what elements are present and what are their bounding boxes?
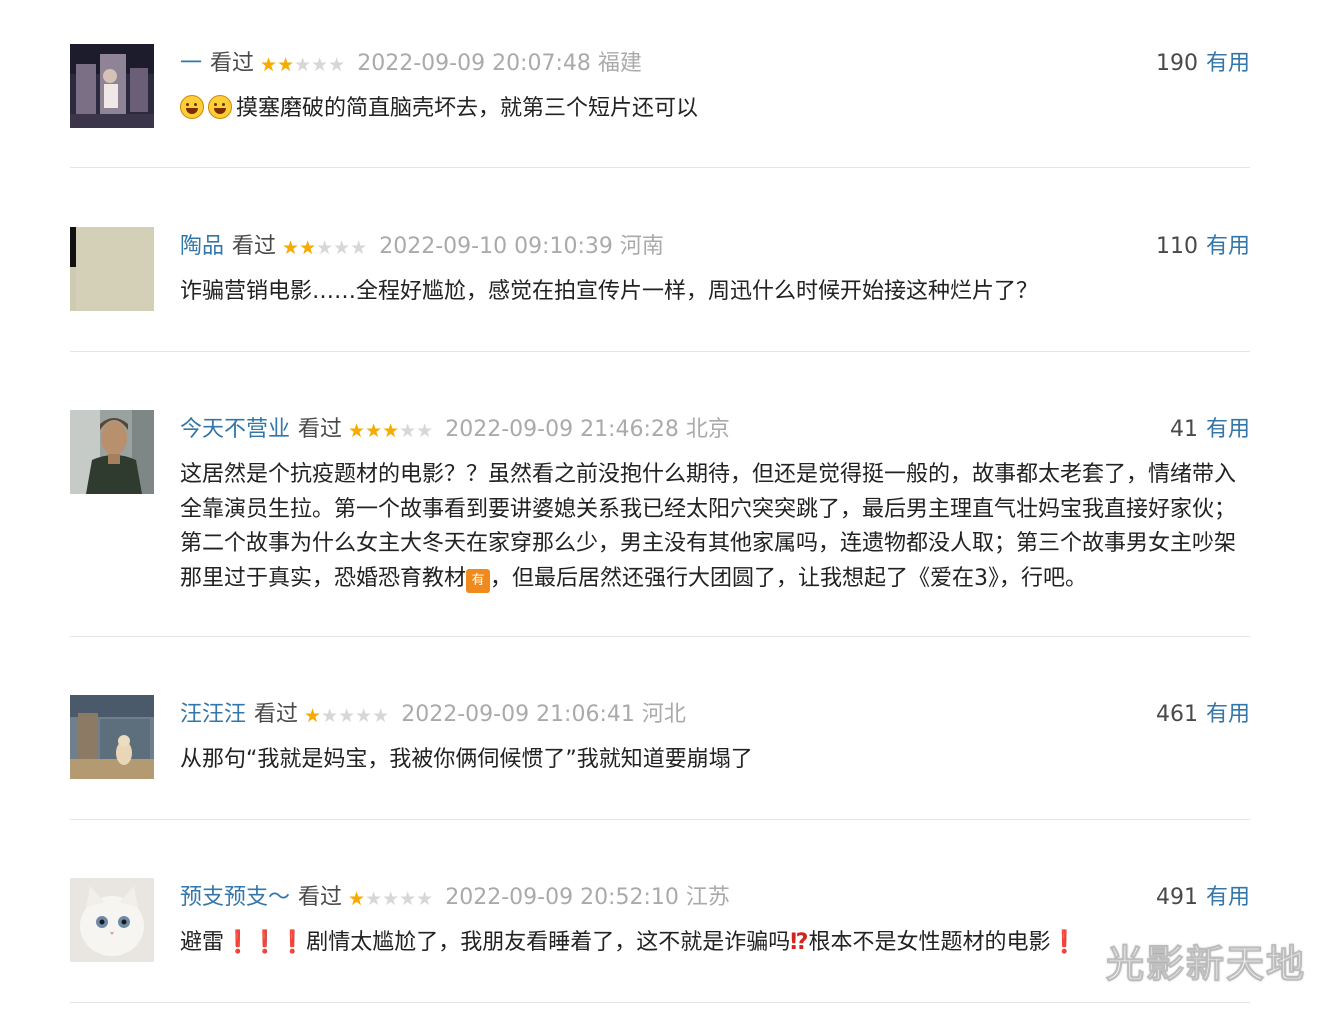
comment-time: 2022-09-09 21:46:28 北京 <box>445 417 730 442</box>
divider <box>70 167 1250 168</box>
rating-stars: ★★★★★ <box>348 883 433 915</box>
avatar[interactable] <box>70 227 154 311</box>
username-link[interactable]: 汪汪汪 <box>180 702 246 727</box>
useful-button[interactable]: 有用 <box>1206 51 1250 76</box>
location: 河北 <box>641 702 686 727</box>
watch-status: 看过 <box>254 702 299 727</box>
timestamp: 2022-09-09 21:46:28 <box>445 417 679 442</box>
comment-text: ，但最后居然还强行大团圆了，让我想起了《爱在3》，行吧。 <box>490 565 1088 591</box>
comments-page: 一看过 ★★★★★ 2022-09-09 20:07:48 福建 190 有用 摸塞磨… <box>0 0 1324 1012</box>
vote-box: 491 有用 <box>1156 882 1250 914</box>
timestamp: 2022-09-09 20:07:48 <box>357 51 591 76</box>
vote-count: 461 <box>1155 702 1198 727</box>
location: 江苏 <box>685 885 730 910</box>
watch-status: 看过 <box>210 51 255 76</box>
comment-text: 剧情太尴尬了，我朋友看睡着了，这不就是诈骗吗 <box>306 930 791 955</box>
useful-button[interactable]: 有用 <box>1206 417 1250 442</box>
username-link[interactable]: 一 <box>180 51 202 76</box>
username-link[interactable]: 今天不营业 <box>180 417 290 442</box>
vote-count: 190 <box>1155 51 1198 76</box>
useful-button[interactable]: 有用 <box>1206 702 1250 727</box>
timestamp: 2022-09-09 20:52:10 <box>445 885 679 910</box>
star-on-icon: ★★ <box>260 54 295 76</box>
vote-box: 110 有用 <box>1156 231 1250 263</box>
avatar[interactable] <box>70 695 154 779</box>
star-on-icon: ★ <box>348 888 366 910</box>
avatar-photo-man <box>70 410 154 494</box>
username-link[interactable]: 陶品 <box>180 234 224 259</box>
comment-time: 2022-09-09 20:52:10 江苏 <box>445 885 730 910</box>
vote-box: 461 有用 <box>1156 699 1250 731</box>
comment-meta: 今天不营业 看过 ★★★★★ 2022-09-09 21:46:28 北京 41 有用 <box>180 414 1250 446</box>
watch-status: 看过 <box>232 234 277 259</box>
avatar-photo-street <box>70 44 154 128</box>
star-on-icon: ★★★ <box>348 420 400 442</box>
avatar[interactable] <box>70 44 154 128</box>
comment-text: 避雷 <box>180 930 225 955</box>
star-off-icon: ★★★ <box>294 54 346 76</box>
divider <box>70 351 1250 352</box>
comment-meta: 陶品 看过 ★★★★★ 2022-09-10 09:10:39 河南 110 有用 <box>180 231 1250 263</box>
comment-meta: 预支预支～ 看过 ★★★★★ 2022-09-09 20:52:10 江苏 491 有用 <box>180 882 1250 914</box>
sweat-smile-emoji-icon <box>208 95 232 119</box>
exclamation-icon: ❗ <box>1050 930 1078 955</box>
avatar-photo-cat <box>70 878 154 962</box>
star-off-icon: ★★ <box>399 420 434 442</box>
watermark: 光影新天地 <box>1105 942 1306 987</box>
interrobang-icon: ⁉ <box>790 930 809 955</box>
comment-content: 诈骗营销电影……全程好尴尬，感觉在拍宣传片一样，周迅什么时候开始接这种烂片了？ <box>180 275 1250 310</box>
location: 河南 <box>619 234 664 259</box>
rating-stars: ★★★★★ <box>282 232 367 264</box>
comment-text: 摸塞磨破的简直脑壳坏去，就第三个短片还可以 <box>236 96 699 121</box>
comment-text: 根本不是女性题材的电影 <box>808 930 1051 955</box>
useful-button[interactable]: 有用 <box>1206 234 1250 259</box>
comment-time: 2022-09-10 09:10:39 河南 <box>379 234 664 259</box>
timestamp: 2022-09-10 09:10:39 <box>379 234 613 259</box>
comment-time: 2022-09-09 21:06:41 河北 <box>401 702 686 727</box>
avatar-photo-hamster <box>70 695 154 779</box>
comment-meta: 汪汪汪 看过 ★★★★★ 2022-09-09 21:06:41 河北 461 有用 <box>180 699 1250 731</box>
vote-count: 41 <box>1169 417 1198 442</box>
watch-status: 看过 <box>298 885 343 910</box>
location: 福建 <box>597 51 642 76</box>
sweat-smile-emoji-icon <box>180 95 204 119</box>
star-off-icon: ★★★ <box>316 237 368 259</box>
divider <box>70 1002 1250 1003</box>
vote-box: 190 有用 <box>1156 48 1250 80</box>
useful-button[interactable]: 有用 <box>1206 885 1250 910</box>
vote-box: 41 有用 <box>1170 414 1250 446</box>
comment-meta: 一看过 ★★★★★ 2022-09-09 20:07:48 福建 190 有用 <box>180 48 1250 80</box>
vote-count: 110 <box>1155 234 1198 259</box>
divider <box>70 636 1250 637</box>
comment-time: 2022-09-09 20:07:48 福建 <box>357 51 642 76</box>
comment-text: 从那句“我就是妈宝，我被你俩伺候惯了”我就知道要崩塌了 <box>180 747 753 772</box>
star-off-icon: ★★★★ <box>365 888 434 910</box>
rating-stars: ★★★★★ <box>260 49 345 81</box>
comment-content: 摸塞磨破的简直脑壳坏去，就第三个短片还可以 <box>180 92 1250 127</box>
star-off-icon: ★★★★ <box>321 705 390 727</box>
you-badge-icon: 有 <box>466 568 491 593</box>
rating-stars: ★★★★★ <box>348 415 433 447</box>
comment-content: 避雷❗❗❗剧情太尴尬了，我朋友看睡着了，这不就是诈骗吗⁉根本不是女性题材的电影❗ <box>180 926 1250 961</box>
timestamp: 2022-09-09 21:06:41 <box>401 702 635 727</box>
vote-count: 491 <box>1155 885 1198 910</box>
comment-content: 从那句“我就是妈宝，我被你俩伺候惯了”我就知道要崩塌了 <box>180 743 1250 778</box>
avatar-photo-wall <box>70 227 154 311</box>
star-on-icon: ★ <box>304 705 322 727</box>
username-link[interactable]: 预支预支～ <box>180 885 290 910</box>
avatar[interactable] <box>70 878 154 962</box>
comment-content: 这居然是个抗疫题材的电影？？虽然看之前没抱什么期待，但还是觉得挺一般的，故事都太… <box>180 458 1250 596</box>
exclamation-icon: ❗❗❗ <box>224 930 307 955</box>
divider <box>70 819 1250 820</box>
star-on-icon: ★★ <box>282 237 317 259</box>
location: 北京 <box>685 417 730 442</box>
avatar[interactable] <box>70 410 154 494</box>
comment-text: 诈骗营销电影……全程好尴尬，感觉在拍宣传片一样，周迅什么时候开始接这种烂片了？ <box>180 279 1039 304</box>
watch-status: 看过 <box>298 417 343 442</box>
rating-stars: ★★★★★ <box>304 700 389 732</box>
